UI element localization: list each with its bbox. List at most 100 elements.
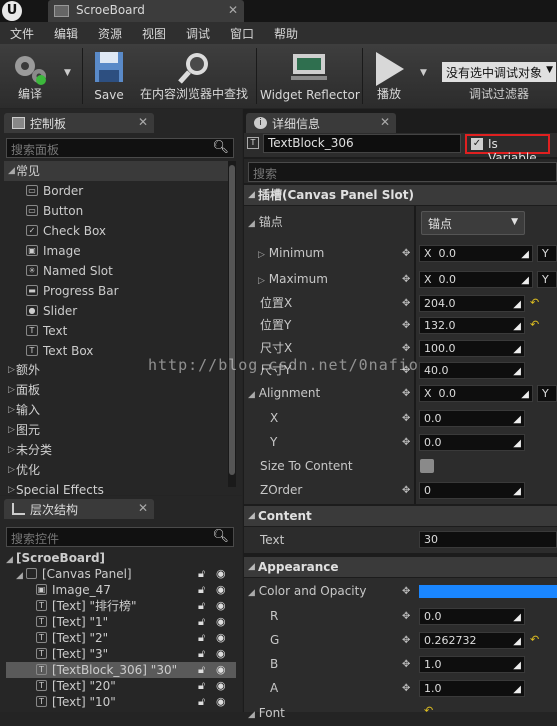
anchors-dropdown[interactable]: 锚点 ▼: [421, 211, 525, 235]
lock-icon[interactable]: 🔓︎: [198, 646, 205, 662]
hierarchy-search-input[interactable]: 搜索控件 🔍︎: [6, 527, 234, 547]
minimum-x-field[interactable]: X 0.0 ◢: [419, 245, 533, 262]
hierarchy-row[interactable]: ▣ Image_47 🔓︎ ◉: [36, 582, 236, 598]
property-input[interactable]: 204.0 ◢: [419, 295, 525, 312]
eye-icon[interactable]: ◉: [216, 678, 226, 694]
appearance-section-header[interactable]: ◢ Appearance: [244, 557, 557, 577]
reset-arrow-icon[interactable]: ↶: [424, 704, 433, 717]
alignment-x-field[interactable]: X 0.0 ◢: [419, 385, 533, 402]
hierarchy-root[interactable]: ◢ [ScroeBoard]: [6, 550, 105, 566]
eye-icon[interactable]: ◉: [216, 598, 226, 614]
palette-scrollbar[interactable]: [228, 161, 236, 487]
binding-icon[interactable]: ✥: [402, 248, 410, 259]
menu-view[interactable]: 视图: [142, 25, 166, 42]
align-y-input[interactable]: 0.0 ◢: [419, 434, 525, 451]
compile-button[interactable]: 编译: [2, 44, 58, 108]
lock-icon[interactable]: 🔓︎: [198, 630, 205, 646]
content-section-header[interactable]: ◢ Content: [244, 506, 557, 526]
is-variable-checkbox[interactable]: ✓ Is Variable: [465, 134, 550, 165]
category-common[interactable]: ◢ 常见: [8, 161, 228, 181]
channel-input[interactable]: 0.262732 ◢: [419, 632, 525, 649]
binding-icon[interactable]: ✥: [402, 683, 410, 694]
hierarchy-row[interactable]: T [Text] "20" 🔓︎ ◉: [36, 678, 236, 694]
binding-icon[interactable]: ✥: [402, 413, 410, 424]
size-to-content-checkbox[interactable]: [420, 459, 434, 473]
hierarchy-tab[interactable]: 层次结构 ✕: [4, 499, 154, 519]
menu-window[interactable]: 窗口: [230, 25, 254, 42]
palette-tab[interactable]: 控制板 ✕: [4, 113, 154, 133]
slot-section-header[interactable]: ◢ 插槽(Canvas Panel Slot): [244, 185, 557, 205]
align-x-input[interactable]: 0.0 ◢: [419, 410, 525, 427]
eye-icon[interactable]: ◉: [216, 630, 226, 646]
binding-icon[interactable]: ✥: [402, 485, 410, 496]
reset-arrow-icon[interactable]: ↶: [530, 296, 539, 309]
menu-file[interactable]: 文件: [10, 25, 34, 42]
widget-name-input[interactable]: TextBlock_306: [263, 134, 461, 153]
close-icon[interactable]: ✕: [138, 501, 148, 515]
binding-icon[interactable]: ✥: [402, 320, 410, 331]
eye-icon[interactable]: ◉: [216, 614, 226, 630]
eye-icon[interactable]: ◉: [216, 662, 226, 678]
hierarchy-row[interactable]: T [TextBlock_306] "30" 🔓︎ ◉: [36, 662, 236, 678]
lock-icon[interactable]: 🔓︎: [198, 566, 205, 582]
menu-help[interactable]: 帮助: [274, 25, 298, 42]
play-options-arrow-icon[interactable]: ▼: [420, 68, 427, 78]
menu-debug[interactable]: 调试: [186, 25, 210, 42]
hierarchy-row[interactable]: T [Text] "排行榜" 🔓︎ ◉: [36, 598, 236, 614]
eye-icon[interactable]: ◉: [216, 694, 226, 710]
find-in-browser-button[interactable]: 在内容浏览器中查找: [136, 44, 252, 108]
lock-icon[interactable]: 🔓︎: [198, 582, 205, 598]
channel-input[interactable]: 1.0 ◢: [419, 656, 525, 673]
hierarchy-row[interactable]: T [Text] "3" 🔓︎ ◉: [36, 646, 236, 662]
maximum-y-field[interactable]: Y: [537, 271, 557, 288]
menu-edit[interactable]: 编辑: [54, 25, 78, 42]
property-input[interactable]: 132.0 ◢: [419, 317, 525, 334]
eye-icon[interactable]: ◉: [216, 566, 226, 582]
widget-reflector-button[interactable]: Widget Reflector: [260, 44, 360, 108]
hierarchy-row[interactable]: T [Text] "1" 🔓︎ ◉: [36, 614, 236, 630]
binding-icon[interactable]: ✥: [402, 437, 410, 448]
eye-icon[interactable]: ◉: [216, 646, 226, 662]
document-tab[interactable]: ScroeBoard ✕: [48, 0, 244, 22]
binding-icon[interactable]: ✥: [402, 274, 410, 285]
reset-arrow-icon[interactable]: ↶: [530, 633, 539, 646]
hierarchy-row[interactable]: T [Text] "10" 🔓︎ ◉: [36, 694, 236, 710]
close-icon[interactable]: ✕: [138, 115, 148, 129]
property-input[interactable]: 40.0 ◢: [419, 362, 525, 379]
menu-asset[interactable]: 资源: [98, 25, 122, 42]
binding-icon[interactable]: ✥: [402, 635, 410, 646]
lock-icon[interactable]: 🔓︎: [198, 694, 205, 710]
channel-input[interactable]: 1.0 ◢: [419, 680, 525, 697]
binding-icon[interactable]: ✥: [402, 343, 410, 354]
close-icon[interactable]: ✕: [228, 3, 238, 17]
maximum-x-field[interactable]: X 0.0 ◢: [419, 271, 533, 288]
palette-category[interactable]: ▷ 额外: [8, 360, 228, 380]
play-button[interactable]: 播放: [364, 44, 414, 108]
reset-arrow-icon[interactable]: ↶: [530, 318, 539, 331]
alignment-y-field[interactable]: Y: [537, 385, 557, 402]
binding-icon[interactable]: ✥: [402, 611, 410, 622]
channel-input[interactable]: 0.0 ◢: [419, 608, 525, 625]
binding-icon[interactable]: ✥: [402, 365, 410, 376]
binding-icon[interactable]: ✥: [402, 298, 410, 309]
binding-icon[interactable]: ✥: [402, 586, 410, 597]
save-button[interactable]: Save: [84, 44, 134, 108]
details-tab[interactable]: i 详细信息 ✕: [246, 113, 396, 133]
hierarchy-canvas-row[interactable]: ◢ [Canvas Panel] 🔓︎ ◉: [16, 566, 236, 582]
minimum-y-field[interactable]: Y: [537, 245, 557, 262]
palette-category[interactable]: ▷ 输入: [8, 400, 228, 420]
column-splitter[interactable]: [414, 206, 416, 504]
eye-icon[interactable]: ◉: [216, 582, 226, 598]
lock-icon[interactable]: 🔓︎: [198, 678, 205, 694]
text-input[interactable]: 30: [419, 531, 557, 548]
palette-category[interactable]: ▷ 优化: [8, 460, 228, 480]
details-search-input[interactable]: 搜索: [248, 162, 557, 182]
property-input[interactable]: 100.0 ◢: [419, 340, 525, 357]
lock-icon[interactable]: 🔓︎: [198, 598, 205, 614]
hierarchy-row[interactable]: T [Text] "2" 🔓︎ ◉: [36, 630, 236, 646]
zorder-input[interactable]: 0 ◢: [419, 482, 525, 499]
palette-search-input[interactable]: 搜索面板 🔍︎: [6, 138, 234, 158]
compile-options-arrow-icon[interactable]: ▼: [64, 68, 71, 78]
binding-icon[interactable]: ✥: [402, 388, 410, 399]
color-swatch[interactable]: [419, 585, 557, 598]
